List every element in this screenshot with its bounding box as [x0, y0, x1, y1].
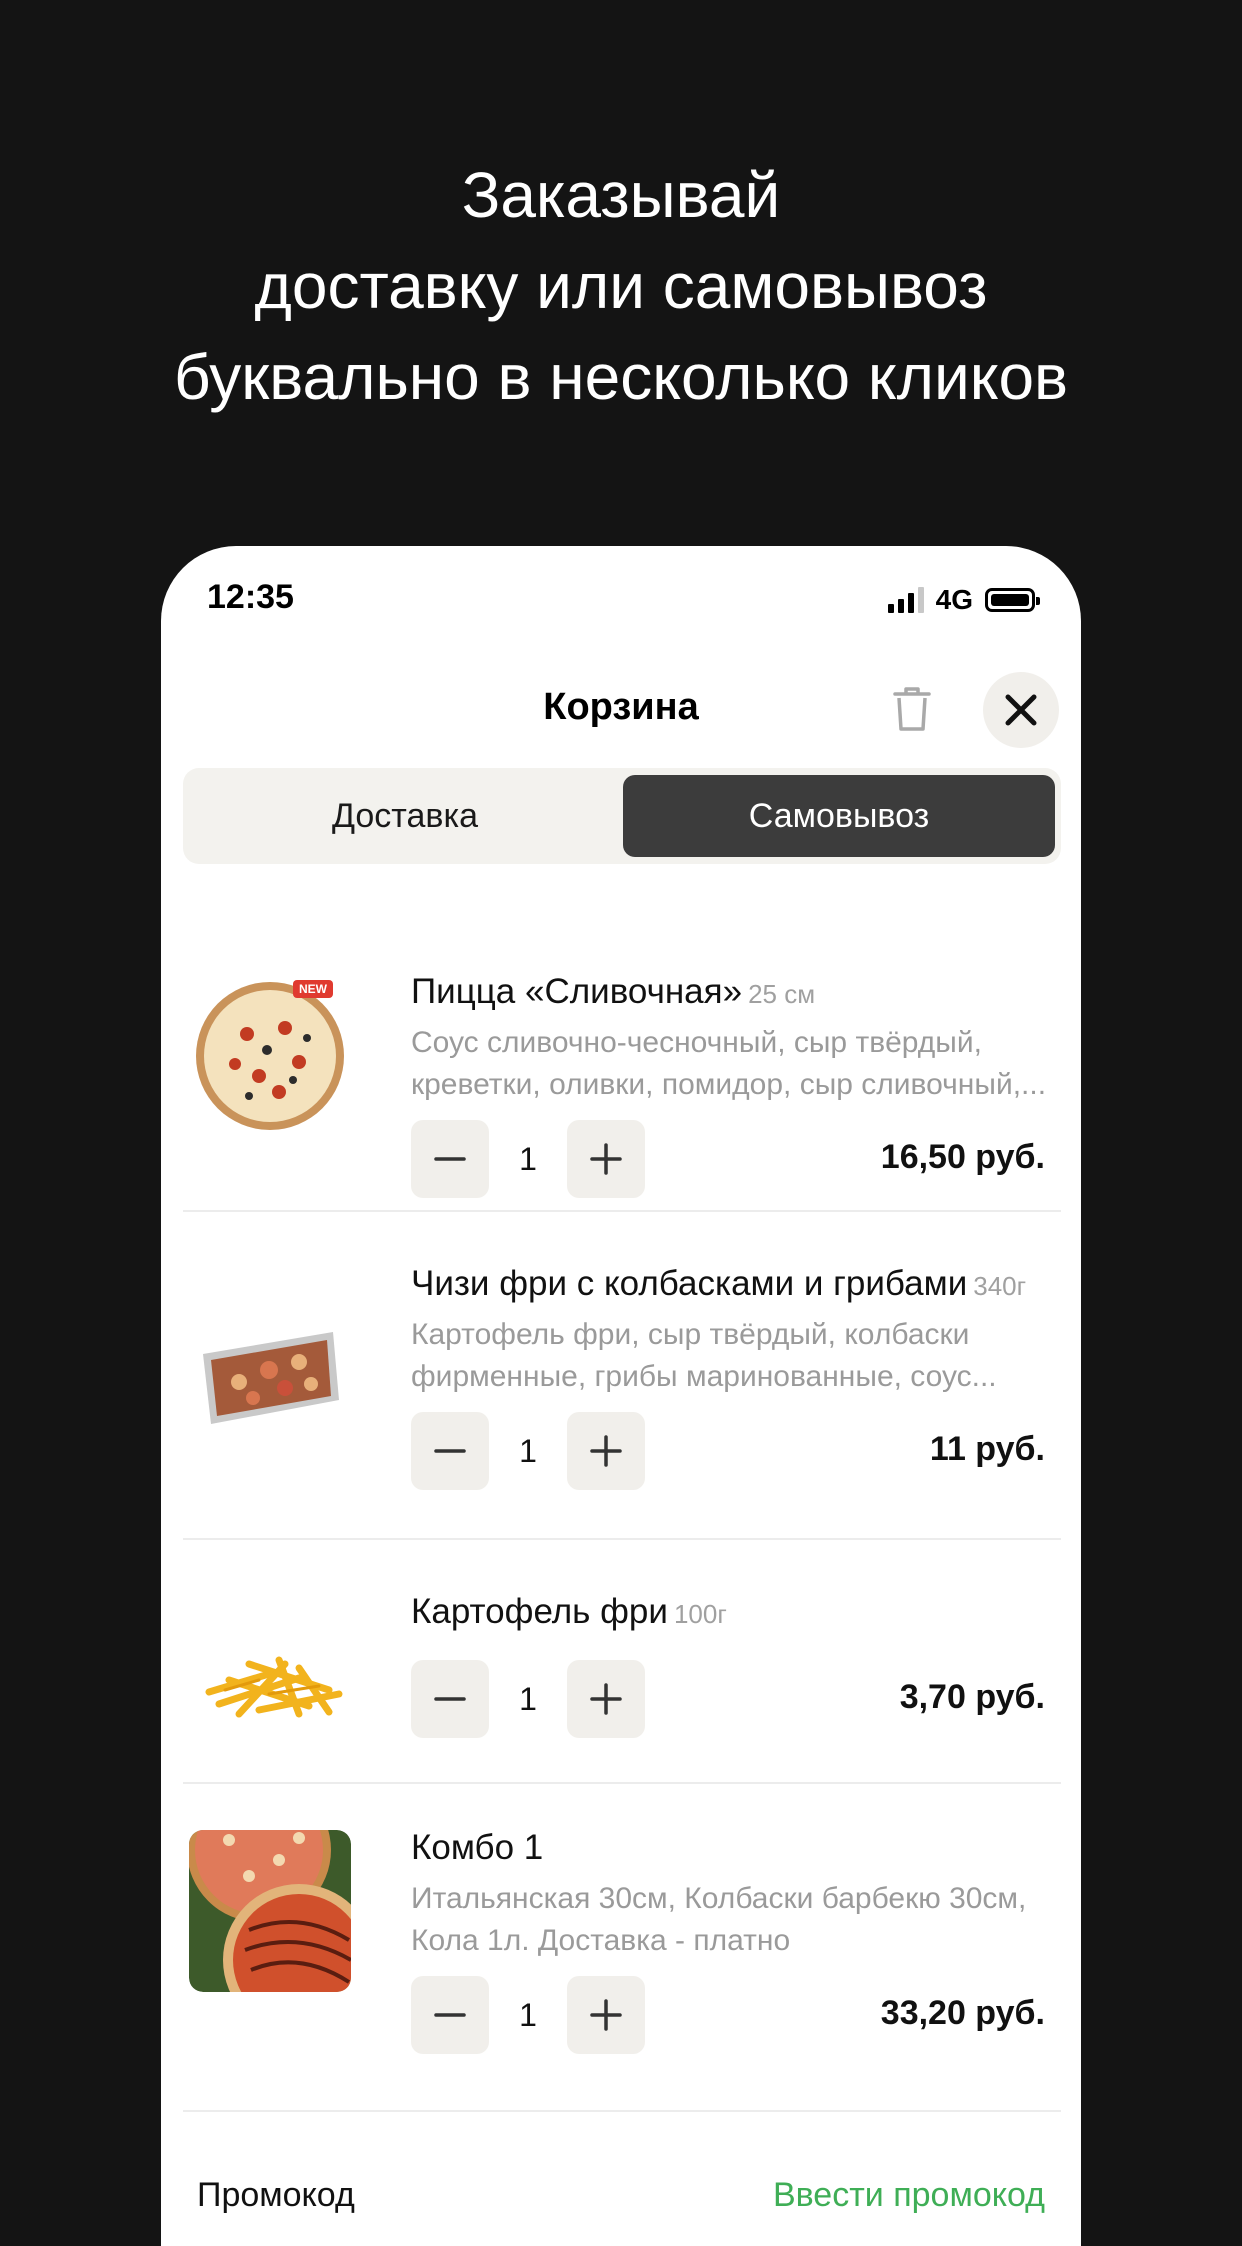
plus-icon	[590, 1435, 622, 1467]
item-description: Картофель фри, сыр твёрдый, колбаски фир…	[411, 1318, 997, 1393]
quantity-value: 1	[519, 1680, 537, 1717]
divider	[183, 2110, 1061, 2112]
headline-line-3: буквально в несколько кликов	[173, 341, 1069, 413]
increase-button[interactable]	[567, 1660, 645, 1738]
trash-icon[interactable]	[891, 684, 933, 734]
close-icon	[1005, 694, 1037, 726]
tab-pickup[interactable]: Самовывоз	[623, 775, 1055, 857]
status-time: 12:35	[207, 578, 294, 616]
item-description: Соус сливочно-чесночный, сыр твёрдый, кр…	[411, 1026, 1047, 1101]
decrease-button[interactable]	[411, 1660, 489, 1738]
decrease-button[interactable]	[411, 1412, 489, 1490]
cart-item: Комбо 1 Итальянская 30см, Колбаски барбе…	[183, 1784, 1061, 2112]
delivery-mode-switch: Доставка Самовывоз	[183, 768, 1061, 864]
battery-icon	[985, 588, 1040, 612]
item-title: Комбо 1	[411, 1828, 544, 1867]
plus-icon	[590, 1683, 622, 1715]
plus-icon	[590, 1999, 622, 2031]
combo-image	[189, 1830, 351, 1992]
tab-delivery[interactable]: Доставка	[189, 775, 621, 857]
item-price: 33,20 руб.	[880, 1994, 1045, 2032]
headline-line-2: доставку или самовывоз	[254, 250, 988, 322]
quantity-stepper: 1	[411, 1976, 647, 2054]
french-fries-image	[205, 1656, 343, 1718]
increase-button[interactable]	[567, 1120, 645, 1198]
minus-icon	[434, 1157, 466, 1161]
minus-icon	[434, 1449, 466, 1453]
headline-line-1: Заказывай	[461, 159, 781, 231]
close-button[interactable]	[983, 672, 1059, 748]
item-price: 3,70 руб.	[899, 1678, 1045, 1716]
quantity-stepper: 1	[411, 1412, 647, 1490]
cheesy-fries-image	[203, 1332, 339, 1424]
plus-icon	[590, 1143, 622, 1175]
cart-item: Картофель фри 100г 1 3,70 руб.	[183, 1540, 1061, 1784]
increase-button[interactable]	[567, 1976, 645, 2054]
decrease-button[interactable]	[411, 1120, 489, 1198]
promo-code-label: Промокод	[197, 2176, 355, 2214]
item-price: 16,50 руб.	[880, 1138, 1045, 1176]
quantity-stepper: 1	[411, 1120, 647, 1198]
network-type: 4G	[935, 584, 973, 615]
decrease-button[interactable]	[411, 1976, 489, 2054]
cart-item: NEW Пицца «Сливочная» 25 см Соус сливочно…	[183, 906, 1061, 1212]
phone-frame: 12:35 4G Корзина Доставка Самовывоз NEW	[161, 546, 1081, 2246]
status-indicators: 4G	[887, 584, 1040, 616]
item-title: Пицца «Сливочная» 25 см	[411, 972, 816, 1011]
promo-headline: Заказывай доставку или самовывоз букваль…	[0, 150, 1242, 423]
signal-icon	[887, 587, 924, 613]
minus-icon	[434, 1697, 466, 1701]
item-title: Картофель фри 100г	[411, 1592, 727, 1631]
pizza-image: NEW	[196, 980, 344, 1130]
item-price: 11 руб.	[929, 1430, 1045, 1468]
minus-icon	[434, 2013, 466, 2017]
enter-promo-code-link[interactable]: Ввести промокод	[773, 2176, 1045, 2215]
quantity-stepper: 1	[411, 1660, 647, 1738]
quantity-value: 1	[519, 1996, 537, 2033]
quantity-value: 1	[519, 1432, 537, 1469]
item-description: Итальянская 30см, Колбаски барбекю 30см,…	[411, 1882, 1027, 1957]
quantity-value: 1	[519, 1140, 537, 1177]
svg-text:NEW: NEW	[299, 982, 328, 996]
cart-item: Чизи фри с колбасками и грибами 340г Карт…	[183, 1212, 1061, 1540]
increase-button[interactable]	[567, 1412, 645, 1490]
page-title: Корзина	[543, 686, 699, 728]
item-title: Чизи фри с колбасками и грибами 340г	[411, 1264, 1027, 1303]
